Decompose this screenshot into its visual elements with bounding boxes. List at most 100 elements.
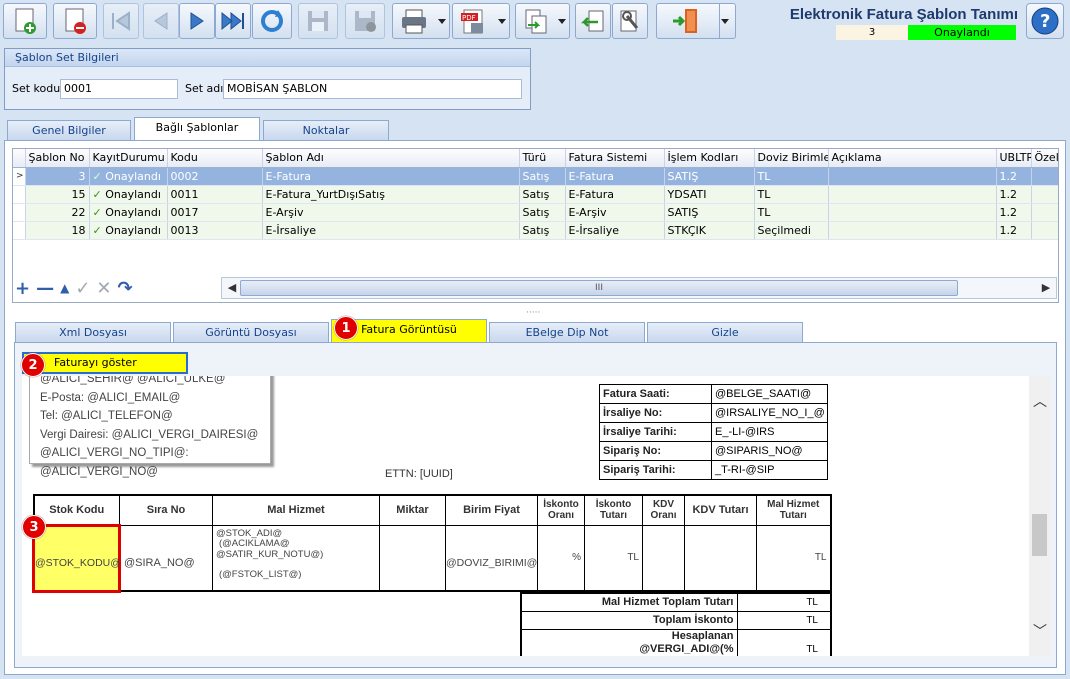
table-row[interactable]: 15 ✓ Onaylandı 0011 E-Fatura_YurtDışıSat…: [13, 185, 1058, 204]
scrollbar-thumb[interactable]: III: [240, 280, 958, 296]
cell-type[interactable]: Satış: [519, 185, 566, 204]
horizontal-scrollbar[interactable]: ◀ III ▶: [221, 277, 1057, 299]
next-record-button[interactable]: [179, 3, 215, 39]
col-header[interactable]: Özel I: [1031, 149, 1058, 168]
cell-no[interactable]: 3: [25, 167, 90, 186]
table-row[interactable]: 22 ✓ Onaylandı 0017 E-Arşiv Satış E-Arşi…: [13, 203, 1058, 222]
tools-button[interactable]: [612, 3, 648, 39]
cancel-icon[interactable]: ✕: [96, 278, 111, 299]
cell-ops[interactable]: STKÇIK: [664, 221, 755, 240]
col-header[interactable]: Doviz Birimleri: [754, 149, 829, 168]
cell-ubl[interactable]: 1.2: [996, 203, 1032, 222]
cell-system[interactable]: E-Arşiv: [565, 203, 665, 222]
col-header[interactable]: Türü: [519, 149, 566, 168]
cell-name[interactable]: E-Fatura_YurtDışıSatış: [262, 185, 520, 204]
scroll-up-icon[interactable]: ︿: [1032, 394, 1048, 410]
col-header[interactable]: Fatura Sistemi: [565, 149, 665, 168]
pdf-button[interactable]: PDF: [452, 3, 510, 39]
col-header[interactable]: İşlem Kodları: [664, 149, 755, 168]
table-row[interactable]: 18 ✓ Onaylandı 0013 E-İrsaliye Satış E-İ…: [13, 221, 1058, 240]
save-close-button[interactable]: [345, 3, 385, 39]
col-header[interactable]: Açıklama: [828, 149, 997, 168]
cell-special[interactable]: [1031, 221, 1058, 240]
cell-special[interactable]: [1031, 203, 1058, 222]
vertical-scrollbar[interactable]: ︿ ﹀: [1029, 376, 1051, 656]
cell-code[interactable]: 0011: [167, 185, 263, 204]
exit-button[interactable]: [656, 3, 736, 39]
cell-status[interactable]: ✓ Onaylandı: [89, 203, 168, 222]
print-button[interactable]: [392, 3, 450, 39]
table-row[interactable]: > 3 ✓ Onaylandı 0002 E-Fatura Satış E-Fa…: [13, 167, 1058, 186]
show-invoice-button[interactable]: Faturayı göster: [22, 352, 188, 374]
cell-status[interactable]: ✓ Onaylandı: [89, 167, 168, 186]
vertical-scrollbar-thumb[interactable]: [1032, 514, 1047, 556]
scroll-down-icon[interactable]: ﹀: [1032, 624, 1048, 640]
delete-button[interactable]: [53, 3, 97, 39]
splitter-grip[interactable]: ·····: [526, 308, 540, 318]
col-header[interactable]: Kodu: [167, 149, 263, 168]
cell-desc[interactable]: [828, 167, 997, 186]
add-icon[interactable]: +: [15, 278, 30, 299]
cell-currency[interactable]: Seçilmedi: [754, 221, 829, 240]
cell-currency[interactable]: TL: [754, 203, 829, 222]
cell-special[interactable]: [1031, 185, 1058, 204]
cell-code[interactable]: 0017: [167, 203, 263, 222]
tab-xml-file[interactable]: Xml Dosyası: [15, 322, 171, 342]
cell-name[interactable]: E-Arşiv: [262, 203, 520, 222]
dropdown-icon[interactable]: [721, 19, 729, 24]
cell-currency[interactable]: TL: [754, 167, 829, 186]
cell-name[interactable]: E-Fatura: [262, 167, 520, 186]
stock-code-cell[interactable]: @STOK_KODU@: [32, 523, 121, 593]
cell-ubl[interactable]: 1.2: [996, 185, 1032, 204]
cell-ops[interactable]: YDSATI: [664, 185, 755, 204]
cell-ops[interactable]: SATIŞ: [664, 203, 755, 222]
cell-type[interactable]: Satış: [519, 203, 566, 222]
col-header[interactable]: KayıtDurumu: [89, 149, 168, 168]
set-code-field[interactable]: 0001: [60, 79, 178, 99]
cell-system[interactable]: E-Fatura: [565, 185, 665, 204]
cell-system[interactable]: E-Fatura: [565, 167, 665, 186]
cell-name[interactable]: E-İrsaliye: [262, 221, 520, 240]
save-button[interactable]: [298, 3, 338, 39]
help-button[interactable]: ?: [1026, 3, 1064, 39]
tab-image-file[interactable]: Görüntü Dosyası: [173, 322, 329, 342]
first-record-button[interactable]: [103, 3, 139, 39]
cell-ubl[interactable]: 1.2: [996, 167, 1032, 186]
cell-ops[interactable]: SATIŞ: [664, 167, 755, 186]
tab-ebelge-footnote[interactable]: EBelge Dip Not: [489, 322, 645, 342]
cell-desc[interactable]: [828, 185, 997, 204]
cell-desc[interactable]: [828, 203, 997, 222]
cell-status[interactable]: ✓ Onaylandı: [89, 185, 168, 204]
remove-icon[interactable]: —: [36, 278, 54, 299]
cell-type[interactable]: Satış: [519, 167, 566, 186]
cell-no[interactable]: 22: [25, 203, 90, 222]
cell-no[interactable]: 15: [25, 185, 90, 204]
import-button[interactable]: [575, 3, 611, 39]
cell-code[interactable]: 0013: [167, 221, 263, 240]
cell-special[interactable]: [1031, 167, 1058, 186]
up-icon[interactable]: ▲: [60, 281, 69, 295]
cell-ubl[interactable]: 1.2: [996, 221, 1032, 240]
export-button[interactable]: [515, 3, 570, 39]
cell-desc[interactable]: [828, 221, 997, 240]
cell-no[interactable]: 18: [25, 221, 90, 240]
undo-icon[interactable]: ↷: [118, 278, 133, 299]
previous-record-button[interactable]: [143, 3, 179, 39]
tab-hide[interactable]: Gizle: [647, 322, 803, 342]
col-header[interactable]: Şablon No: [25, 149, 90, 168]
scroll-right-icon[interactable]: ▶: [1038, 280, 1054, 296]
new-button[interactable]: [3, 3, 47, 39]
confirm-icon[interactable]: ✓: [75, 278, 90, 299]
tab-points[interactable]: Noktalar: [263, 120, 389, 140]
cell-status[interactable]: ✓ Onaylandı: [89, 221, 168, 240]
refresh-button[interactable]: [252, 3, 292, 39]
cell-system[interactable]: E-İrsaliye: [565, 221, 665, 240]
cell-type[interactable]: Satış: [519, 221, 566, 240]
col-header[interactable]: Şablon Adı: [262, 149, 520, 168]
tab-linked-templates[interactable]: Bağlı Şablonlar: [134, 117, 260, 141]
scroll-left-icon[interactable]: ◀: [224, 280, 240, 296]
tab-general[interactable]: Genel Bilgiler: [7, 120, 131, 140]
col-header[interactable]: UBLTR: [996, 149, 1032, 168]
last-record-button[interactable]: [215, 3, 251, 39]
cell-currency[interactable]: TL: [754, 185, 829, 204]
